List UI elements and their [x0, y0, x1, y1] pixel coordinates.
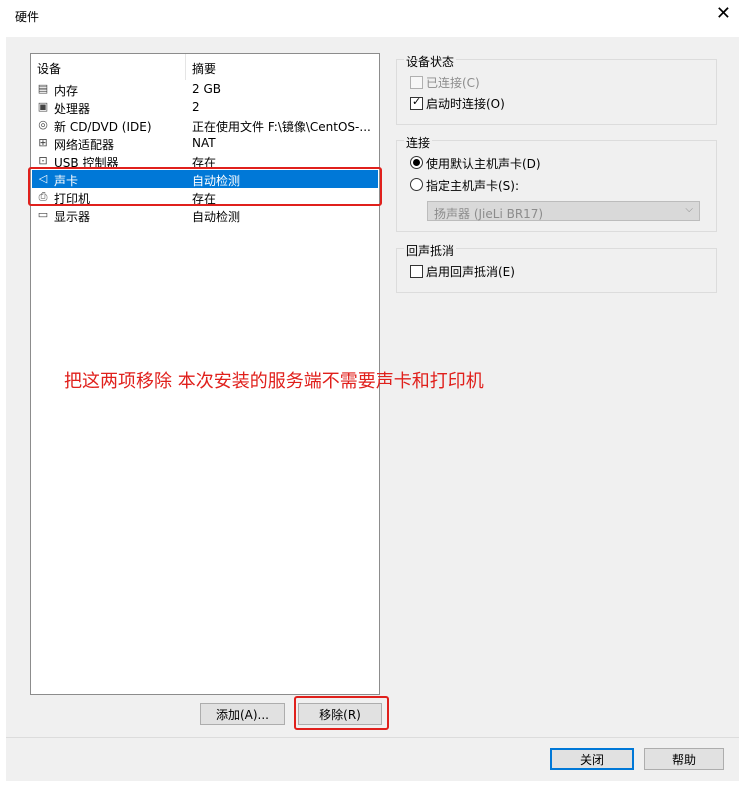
- device-summary: NAT: [192, 136, 216, 150]
- connect-at-power-on-checkbox[interactable]: ✓: [410, 95, 423, 110]
- device-name: 网络适配器: [54, 138, 115, 152]
- sound-device-select[interactable]: 扬声器 (JieLi BR17) ⌵: [427, 201, 700, 221]
- device-name: 处理器: [54, 102, 91, 116]
- monitor-icon: ▭: [37, 208, 49, 221]
- connection-title: 连接: [404, 134, 433, 151]
- help-button[interactable]: 帮助: [644, 748, 724, 770]
- device-row-cd[interactable]: ◎ 新 CD/DVD (IDE) 正在使用文件 F:\镜像\CentOS-...: [32, 116, 378, 134]
- radio-dot: [413, 159, 420, 166]
- highlight-box: [294, 696, 389, 730]
- close-window-button[interactable]: ✕: [716, 4, 731, 24]
- annotation-text: 把这两项移除 本次安装的服务端不需要声卡和打印机: [64, 371, 484, 392]
- column-device[interactable]: 设备: [37, 60, 61, 77]
- close-button[interactable]: 关闭: [550, 748, 634, 770]
- device-row-display[interactable]: ▭ 显示器 自动检测: [32, 206, 378, 224]
- device-status-title: 设备状态: [404, 53, 457, 70]
- device-name: 显示器: [54, 210, 91, 224]
- device-summary: 正在使用文件 F:\镜像\CentOS-...: [192, 120, 371, 134]
- cd-icon: ◎: [38, 118, 48, 131]
- device-list-header: 设备 摘要: [31, 54, 379, 80]
- use-default-sound-radio[interactable]: [410, 156, 423, 169]
- bottom-bar: 关闭 帮助: [6, 737, 739, 781]
- echo-cancel-checkbox[interactable]: [410, 265, 423, 278]
- device-summary: 2: [192, 100, 200, 114]
- cpu-icon: ▣: [37, 100, 49, 113]
- dialog-body: 设备 摘要 ▤ 内存 2 GB ▣ 处理器 2 ◎ 新 CD/DVD (IDE)…: [6, 37, 739, 781]
- add-button[interactable]: 添加(A)...: [200, 703, 285, 725]
- device-summary: 自动检测: [192, 210, 241, 224]
- connect-at-power-on-label: 启动时连接(O): [426, 97, 505, 111]
- memory-icon: ▤: [37, 82, 49, 95]
- network-icon: ⊞: [38, 136, 48, 149]
- device-name: 内存: [54, 84, 79, 98]
- window-title: 硬件: [15, 10, 40, 24]
- usb-icon: ⊡: [38, 154, 48, 167]
- checkmark-icon: ✓: [412, 95, 422, 108]
- sound-device-value: 扬声器 (JieLi BR17): [434, 207, 544, 221]
- title-bar: 硬件 ✕: [0, 0, 745, 32]
- connected-label: 已连接(C): [426, 76, 480, 90]
- connected-checkbox[interactable]: [410, 76, 423, 89]
- specify-sound-label: 指定主机声卡(S):: [426, 179, 520, 193]
- specify-sound-radio[interactable]: [410, 178, 423, 191]
- device-name: 新 CD/DVD (IDE): [54, 120, 152, 134]
- echo-cancel-label: 启用回声抵消(E): [426, 265, 515, 279]
- device-summary: 2 GB: [192, 82, 221, 96]
- highlight-box: [28, 167, 382, 206]
- use-default-sound-label: 使用默认主机声卡(D): [426, 157, 541, 171]
- echo-cancel-title: 回声抵消: [404, 242, 457, 259]
- device-row-memory[interactable]: ▤ 内存 2 GB: [32, 80, 378, 98]
- device-row-network[interactable]: ⊞ 网络适配器 NAT: [32, 134, 378, 152]
- column-divider[interactable]: [185, 54, 186, 80]
- chevron-down-icon: ⌵: [685, 204, 693, 215]
- column-summary[interactable]: 摘要: [192, 60, 216, 77]
- device-row-cpu[interactable]: ▣ 处理器 2: [32, 98, 378, 116]
